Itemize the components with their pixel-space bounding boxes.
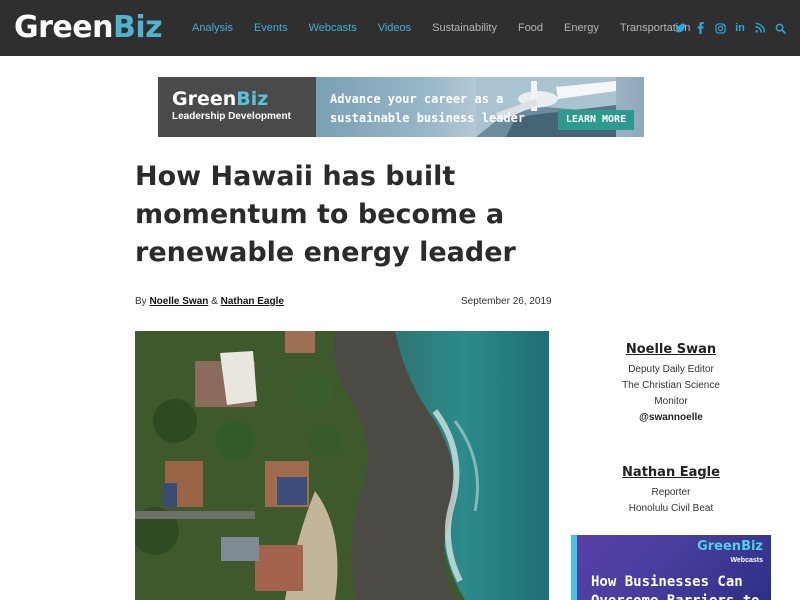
learn-more-button[interactable]: LEARN MORE <box>558 110 634 130</box>
nav-item-videos[interactable]: Videos <box>378 22 411 34</box>
search-icon[interactable] <box>770 23 790 34</box>
byline-ampersand: & <box>211 296 218 307</box>
rss-icon[interactable] <box>750 23 770 33</box>
greenbiz-logo[interactable]: GreenBiz <box>14 10 163 45</box>
webcast-sidebar-ad[interactable]: GreenBiz Webcasts How Businesses Can Ove… <box>571 535 771 600</box>
logo-green-text: Green <box>14 10 113 45</box>
banner-brand-panel: GreenBiz Leadership Development <box>158 77 316 137</box>
author-name-link[interactable]: Noelle Swan <box>626 342 716 357</box>
author-link-noelle-swan[interactable]: Noelle Swan <box>149 296 208 307</box>
logo-biz-text: Biz <box>112 10 163 45</box>
publish-date: September 26, 2019 <box>461 296 552 307</box>
ad-accent-stripe <box>571 535 577 600</box>
banner-tagline: Advance your career as a sustainable bus… <box>330 92 526 125</box>
author-card-noelle-swan: Noelle Swan Deputy Daily Editor The Chri… <box>571 340 771 426</box>
nav-item-energy[interactable]: Energy <box>564 22 599 34</box>
banner-subtitle: Leadership Development <box>172 111 291 122</box>
author-twitter-handle[interactable]: @swannoelle <box>571 410 771 426</box>
author-org: Honolulu Civil Beat <box>628 503 714 514</box>
byline-prefix: By <box>135 296 147 307</box>
author-card-nathan-eagle: Nathan Eagle Reporter Honolulu Civil Bea… <box>571 463 771 517</box>
author-link-nathan-eagle[interactable]: Nathan Eagle <box>221 296 284 307</box>
main-nav: Analysis Events Webcasts Videos Sustaina… <box>192 0 711 56</box>
ad-headline: How Businesses Can Overcome Barriers to <box>591 574 760 600</box>
banner-logo: GreenBiz <box>172 88 269 110</box>
nav-item-sustainability[interactable]: Sustainability <box>432 22 497 34</box>
social-links: in <box>670 0 790 56</box>
nav-item-analysis[interactable]: Analysis <box>192 22 233 34</box>
facebook-icon[interactable] <box>690 22 710 34</box>
author-role: Reporter <box>651 487 691 498</box>
article-title: How Hawaii has built momentum to become … <box>135 161 516 268</box>
ad-logo: GreenBiz Webcasts <box>697 539 763 565</box>
nav-item-webcasts[interactable]: Webcasts <box>309 22 357 34</box>
top-navigation-bar: GreenBiz Analysis Events Webcasts Videos… <box>0 0 800 56</box>
nav-item-events[interactable]: Events <box>254 22 288 34</box>
hero-image-aerial-coast <box>135 331 549 600</box>
linkedin-icon[interactable]: in <box>730 22 750 34</box>
instagram-icon[interactable] <box>710 22 730 34</box>
author-name-link[interactable]: Nathan Eagle <box>622 465 720 480</box>
twitter-icon[interactable] <box>670 23 690 33</box>
banner-image-panel: Advance your career as a sustainable bus… <box>316 77 644 137</box>
nav-item-food[interactable]: Food <box>518 22 543 34</box>
author-org-line-2: Monitor <box>654 396 688 407</box>
article-byline: By Noelle Swan & Nathan Eagle <box>135 296 284 307</box>
leadership-banner-ad[interactable]: GreenBiz Leadership Development Advance … <box>158 77 644 137</box>
author-role: Deputy Daily Editor <box>628 364 714 375</box>
author-org-line-1: The Christian Science <box>622 380 720 391</box>
